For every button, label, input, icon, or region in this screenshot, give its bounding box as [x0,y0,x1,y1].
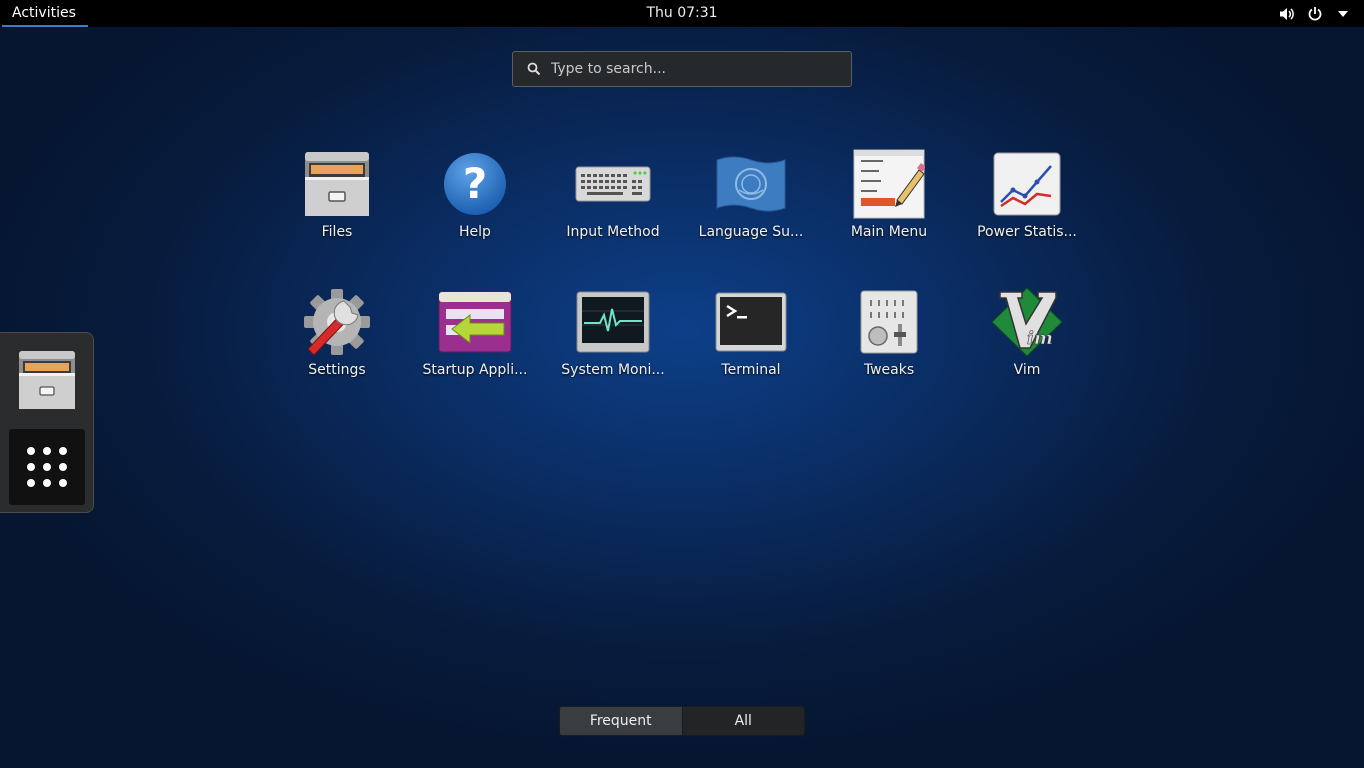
grid-dots-icon [43,447,51,455]
settings-icon [299,284,375,360]
volume-icon [1278,5,1296,23]
grid-dots-icon [43,463,51,471]
power-statistics-icon [989,146,1065,222]
top-bar: Activities Thu 07:31 [0,0,1364,27]
show-applications-button[interactable] [9,429,85,505]
app-settings[interactable]: Settings [268,284,406,422]
frequent-button[interactable]: Frequent [560,707,683,735]
dash-item-files[interactable] [17,349,77,411]
app-label: Input Method [566,224,660,240]
main-menu-icon [851,146,927,222]
grid-dots-icon [27,447,35,455]
app-power-statistics[interactable]: Power Statis... [958,146,1096,284]
clock-container: Thu 07:31 [0,0,1364,26]
activities-button[interactable]: Activities [0,0,88,27]
search-input[interactable] [551,61,821,77]
files-icon [299,146,375,222]
grid-dots-icon [59,463,67,471]
app-terminal[interactable]: Terminal [682,284,820,422]
grid-dots-icon [43,479,51,487]
tweaks-icon [851,284,927,360]
app-label: System Moni... [561,362,665,378]
svg-text:?: ? [463,159,487,208]
dash [0,332,94,513]
grid-dots-icon [59,479,67,487]
app-label: Tweaks [863,362,915,378]
app-tweaks[interactable]: Tweaks [820,284,958,422]
grid-dots-icon [27,479,35,487]
app-label: Startup Appli... [422,362,528,378]
grid-dots-icon [59,447,67,455]
app-label: Power Statis... [977,224,1077,240]
files-icon [19,351,75,409]
clock[interactable]: Thu 07:31 [646,5,717,21]
app-vim[interactable]: im Vim [958,284,1096,422]
chevron-down-icon [1334,5,1352,23]
terminal-icon [713,284,789,360]
help-icon: ? [437,146,513,222]
system-menu[interactable] [1278,0,1352,27]
app-label: Vim [1013,362,1041,378]
app-label: Language Su... [698,224,804,240]
app-startup-applications[interactable]: Startup Appli... [406,284,544,422]
startup-applications-icon [437,284,513,360]
app-label: Settings [308,362,366,378]
language-flag-icon [713,146,789,222]
app-main-menu[interactable]: Main Menu [820,146,958,284]
app-label: Terminal [721,362,781,378]
grid-dots-icon [27,463,35,471]
app-language-support[interactable]: Language Su... [682,146,820,284]
search-box[interactable] [512,51,852,87]
app-input-method[interactable]: Input Method [544,146,682,284]
search-icon [527,61,543,77]
app-label: Main Menu [850,224,928,240]
app-label: Help [459,224,491,240]
svg-text:im: im [1027,328,1053,349]
keyboard-icon [575,146,651,222]
vim-icon: im [989,284,1065,360]
all-button[interactable]: All [682,707,804,735]
system-monitor-icon [575,284,651,360]
app-label: Files [321,224,353,240]
app-grid: Files ? Help Input Method Language Su...… [268,146,1096,422]
app-system-monitor[interactable]: System Moni... [544,284,682,422]
app-files[interactable]: Files [268,146,406,284]
power-icon [1306,5,1324,23]
view-switch: Frequent All [559,706,805,736]
app-help[interactable]: ? Help [406,146,544,284]
